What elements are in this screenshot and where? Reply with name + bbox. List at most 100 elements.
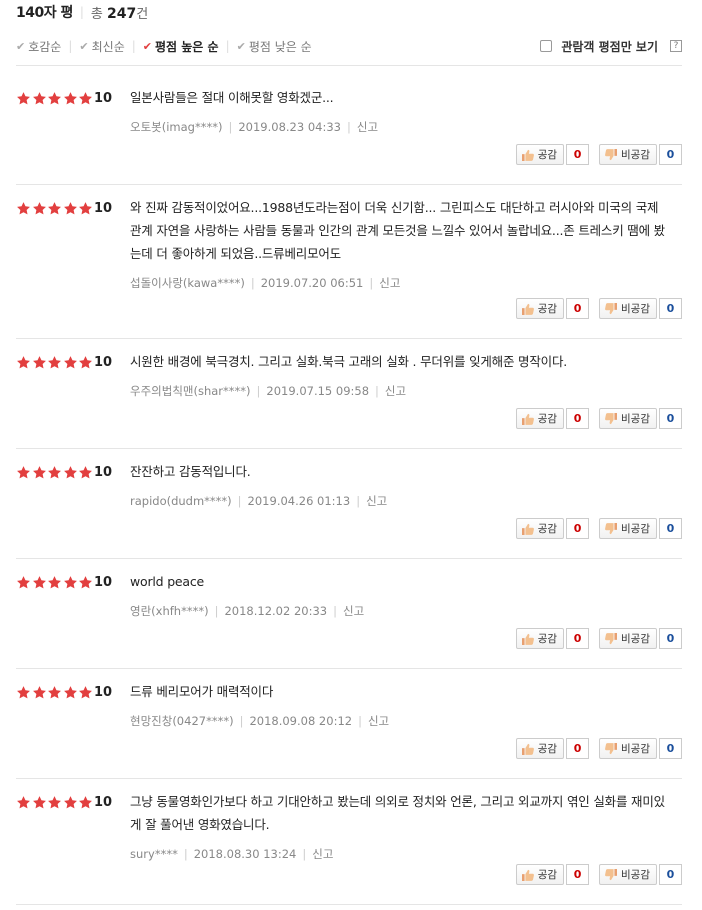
like-button[interactable]: 공감 <box>515 738 565 759</box>
dislike-label: 비공감 <box>621 149 650 161</box>
like-count: 0 <box>566 144 590 165</box>
help-icon[interactable]: ? <box>670 40 682 52</box>
star-icon <box>47 465 62 480</box>
meta-divider: | <box>183 847 188 861</box>
sort-option-label: 최신순 <box>91 39 125 54</box>
thumbs-down-icon <box>604 412 621 425</box>
sort-option-3[interactable]: ✔ 평점 낮은 순 <box>237 38 312 55</box>
sort-bar: ✔ 호감순 | ✔ 최신순 | ✔ 평점 높은 순 | ✔ 평점 낮은 순 관람객 평점만 보기 ? <box>16 34 682 58</box>
review-meta: 현망진창(0427****) | 2018.09.08 20:12 | 신고 <box>130 713 389 729</box>
dislike-count: 0 <box>659 408 682 429</box>
viewer-only-toggle[interactable]: 관람객 평점만 보기 ? <box>540 38 682 55</box>
like-button[interactable]: 공감 <box>515 408 565 429</box>
section-title: 140자 평 <box>16 5 73 21</box>
like-button[interactable]: 공감 <box>515 298 565 319</box>
star-rating <box>16 88 94 108</box>
report-link[interactable]: 신고 <box>368 713 389 729</box>
star-icon <box>32 575 47 590</box>
review-text: 시원한 배경에 북극경치. 그리고 실화.북극 고래의 실화 . 무더위를 잊게… <box>130 354 568 369</box>
dislike-button[interactable]: 비공감 <box>599 628 657 649</box>
star-rating <box>16 682 94 702</box>
star-icon <box>32 685 47 700</box>
like-count: 0 <box>566 298 590 319</box>
report-link[interactable]: 신고 <box>357 119 378 135</box>
dislike-label: 비공감 <box>621 743 650 755</box>
sort-option-2[interactable]: ✔ 평점 높은 순 <box>143 38 219 55</box>
star-icon <box>47 201 62 216</box>
review-date: 2018.09.08 20:12 <box>249 714 353 728</box>
review-user[interactable]: rapido(dudm****) <box>130 494 232 508</box>
meta-divider: | <box>239 714 244 728</box>
like-button[interactable]: 공감 <box>515 518 565 539</box>
review-user[interactable]: 영란(xhfh****) <box>130 603 209 619</box>
like-label: 공감 <box>537 523 558 535</box>
report-link[interactable]: 신고 <box>379 275 400 291</box>
header-divider: | <box>79 5 84 19</box>
dislike-button[interactable]: 비공감 <box>599 144 657 165</box>
dislike-count: 0 <box>659 518 682 539</box>
viewer-only-checkbox[interactable] <box>540 40 553 52</box>
like-count: 0 <box>566 408 590 429</box>
like-count: 0 <box>566 628 590 649</box>
total-prefix: 총 <box>90 6 103 22</box>
review-user[interactable]: 섭돌이사랑(kawa****) <box>130 275 245 291</box>
review-date: 2018.08.30 13:24 <box>193 847 297 861</box>
star-icon <box>63 201 78 216</box>
star-icon <box>32 201 47 216</box>
review-score: 10 <box>94 464 113 480</box>
review-text: 와 진짜 감동적이었어요...1988년도라는점이 더욱 신기함... 그린피스… <box>130 200 665 261</box>
like-button[interactable]: 공감 <box>515 144 565 165</box>
vote-controls: 공감 0 비공감 0 <box>515 738 682 759</box>
review-score: 10 <box>94 684 113 700</box>
dislike-count: 0 <box>659 738 682 759</box>
check-icon: ✔ <box>16 39 26 53</box>
review-score: 10 <box>94 90 113 106</box>
sort-option-0[interactable]: ✔ 호감순 <box>16 38 61 55</box>
review-user[interactable]: 우주의법칙맨(shar****) <box>130 383 251 399</box>
thumbs-up-icon <box>521 413 538 425</box>
report-link[interactable]: 신고 <box>366 493 387 509</box>
dislike-button[interactable]: 비공감 <box>599 864 657 885</box>
like-count: 0 <box>566 518 590 539</box>
star-icon <box>16 795 31 810</box>
meta-divider: | <box>358 714 362 728</box>
review-item: 10 와 진짜 감동적이었어요...1988년도라는점이 더욱 신기함... 그린… <box>16 198 682 339</box>
like-label: 공감 <box>537 303 558 315</box>
report-link[interactable]: 신고 <box>343 603 364 619</box>
star-icon <box>63 355 78 370</box>
total-count: 총 247건 <box>91 3 148 22</box>
thumbs-down-icon <box>604 302 621 315</box>
star-icon <box>63 795 78 810</box>
dislike-button[interactable]: 비공감 <box>599 298 657 319</box>
meta-divider: | <box>250 276 255 290</box>
star-icon <box>47 685 62 700</box>
like-count: 0 <box>566 738 590 759</box>
thumbs-up-icon <box>521 633 538 645</box>
report-link[interactable]: 신고 <box>385 383 406 399</box>
like-button[interactable]: 공감 <box>515 864 565 885</box>
dislike-button[interactable]: 비공감 <box>599 738 657 759</box>
thumbs-up-icon <box>521 303 538 315</box>
review-score: 10 <box>94 794 113 810</box>
dislike-button[interactable]: 비공감 <box>599 518 657 539</box>
star-icon <box>47 795 62 810</box>
dislike-button[interactable]: 비공감 <box>599 408 657 429</box>
review-text: 잔잔하고 감동적입니다. <box>130 464 251 479</box>
review-item: 10 그냥 동물영화인가보다 하고 기대안하고 봤는데 의외로 정치와 언론, 그… <box>16 792 682 905</box>
comment-header: 140자 평 | 총 247건 <box>16 0 148 24</box>
meta-divider: | <box>228 120 233 134</box>
review-user[interactable]: 오토봇(imag****) <box>130 119 222 135</box>
sort-option-1[interactable]: ✔ 최신순 <box>79 38 124 55</box>
viewer-only-label: 관람객 평점만 보기 <box>561 39 658 54</box>
like-button[interactable]: 공감 <box>515 628 565 649</box>
report-link[interactable]: 신고 <box>312 846 333 862</box>
review-user[interactable]: sury**** <box>130 847 178 861</box>
meta-divider: | <box>356 494 361 508</box>
dislike-label: 비공감 <box>621 413 650 425</box>
star-icon <box>16 355 31 370</box>
review-user[interactable]: 현망진창(0427****) <box>130 713 234 729</box>
check-icon: ✔ <box>236 39 246 53</box>
star-rating <box>16 198 94 218</box>
star-rating <box>16 462 94 482</box>
star-icon <box>78 465 93 480</box>
